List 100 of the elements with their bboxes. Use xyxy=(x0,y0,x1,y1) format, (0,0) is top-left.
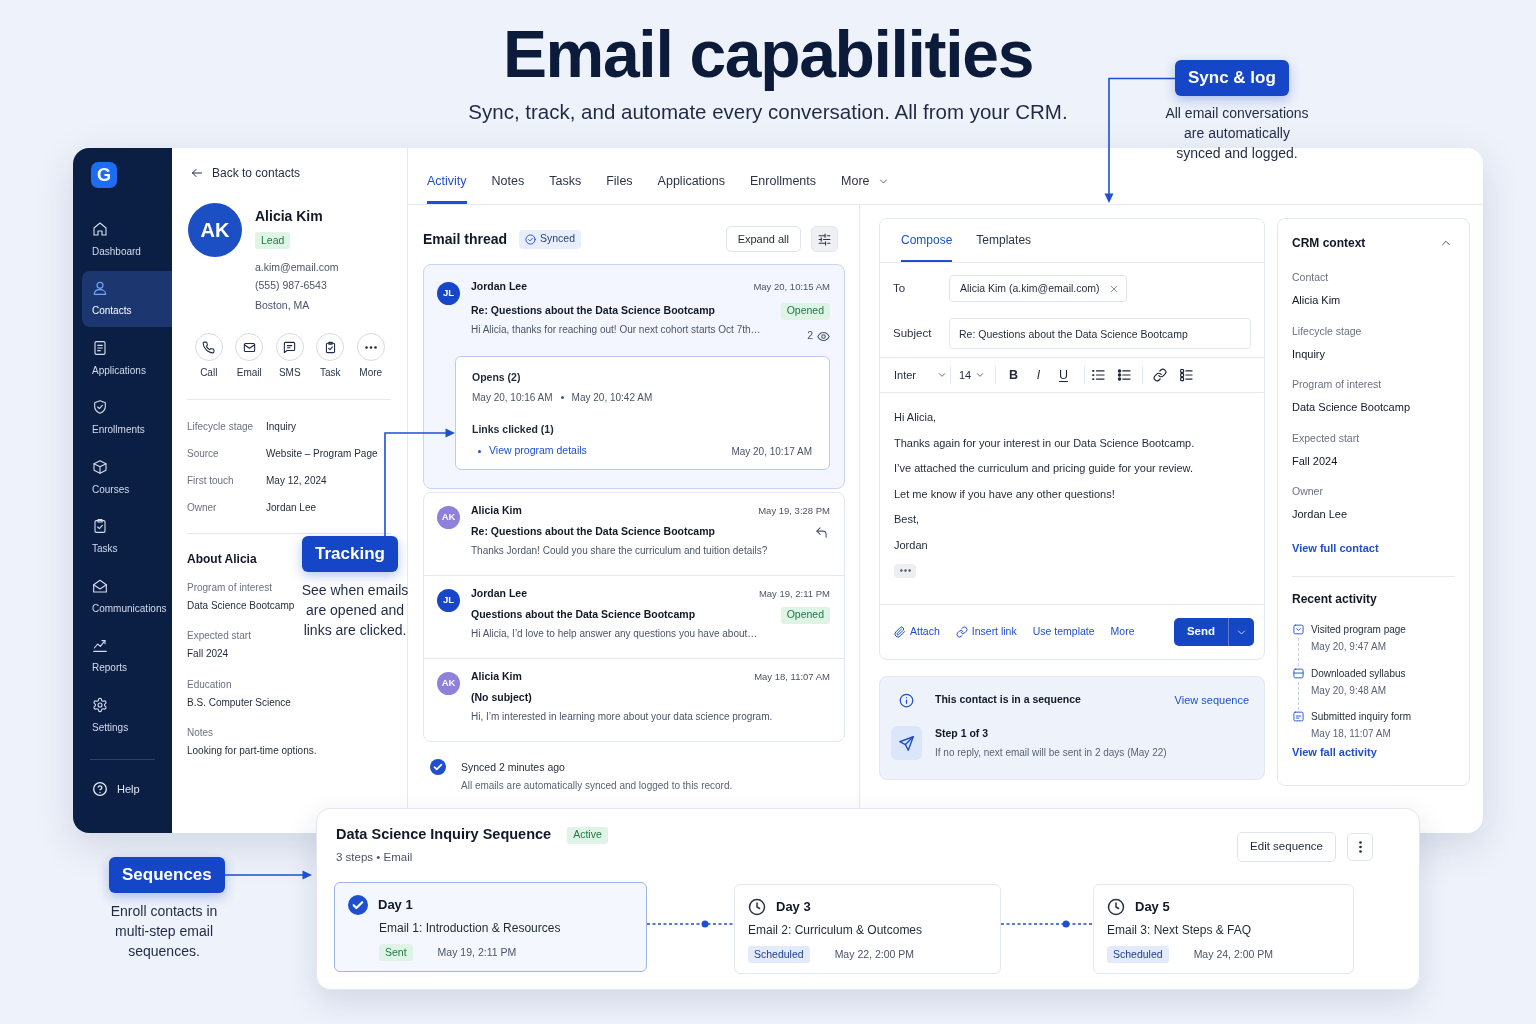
help-icon xyxy=(92,780,108,797)
more-options-button[interactable] xyxy=(1347,833,1373,861)
tab[interactable]: Files xyxy=(606,173,633,204)
bold-button[interactable]: B xyxy=(1001,365,1026,385)
avatar: JL xyxy=(437,588,460,612)
split-square-icon xyxy=(1292,667,1304,679)
field-label: Lifecycle stage xyxy=(187,419,255,434)
form-icon xyxy=(1292,711,1304,722)
status-badge: Scheduled xyxy=(748,946,810,963)
step-card[interactable]: Day 1 Email 1: Introduction & Resources Sent May 19, 2:11 PM xyxy=(334,882,647,972)
check-circle-icon xyxy=(525,233,537,245)
paper-plane-icon xyxy=(891,726,922,760)
step-card[interactable]: Day 5 Email 3: Next Steps & FAQ Scheduled May 24, 2:00 PM xyxy=(1093,884,1354,974)
italic-button[interactable]: I xyxy=(1026,365,1051,385)
field-value: Data Science Bootcamp xyxy=(187,598,295,613)
field-label: To xyxy=(893,280,907,296)
edit-sequence-button[interactable]: Edit sequence xyxy=(1237,832,1336,862)
sidebar-item[interactable]: Applications xyxy=(82,330,172,387)
avatar: JL xyxy=(437,281,460,305)
action-label: Task xyxy=(319,367,341,379)
tab[interactable]: Tasks xyxy=(549,173,582,204)
click-time: May 20, 10:17 AM xyxy=(731,444,812,459)
font-select[interactable]: Inter xyxy=(894,366,946,384)
step-date: May 19, 2:11 PM xyxy=(437,944,517,960)
help-button[interactable]: Help xyxy=(92,780,140,797)
field-value: Website – Program Page xyxy=(266,446,378,461)
sync-note: All emails are automatically synced and logged to this record. xyxy=(461,779,733,793)
sidebar-item[interactable]: Settings xyxy=(82,687,172,744)
send-button[interactable]: Send xyxy=(1173,618,1228,646)
view-contact-link[interactable]: View full contact xyxy=(1292,540,1379,556)
clipboard-check-icon xyxy=(92,518,108,534)
tab[interactable]: Activity xyxy=(427,173,467,204)
step-card[interactable]: Day 3 Email 2: Curriculum & Outcomes Scheduled May 22, 2:00 PM xyxy=(734,884,1001,974)
back-link[interactable]: Back to contacts xyxy=(191,165,301,181)
checklist-icon[interactable] xyxy=(1179,368,1194,382)
person-icon xyxy=(92,280,108,296)
tab[interactable]: Templates xyxy=(976,232,1032,262)
view-sequence-link[interactable]: View sequence xyxy=(1174,691,1249,709)
field-label: Owner xyxy=(1292,484,1323,498)
reply-icon[interactable] xyxy=(815,525,828,539)
tab[interactable]: Enrollments xyxy=(750,173,816,204)
sidebar-item[interactable]: Dashboard xyxy=(82,211,172,268)
size-select[interactable]: 14 xyxy=(959,366,989,384)
more-button[interactable]: More xyxy=(1110,624,1135,640)
list-icon[interactable] xyxy=(1091,368,1106,382)
email-subject: (No subject) xyxy=(471,690,532,706)
insert-link-button[interactable]: Insert link xyxy=(955,624,1017,640)
email-message[interactable]: AK Alicia Kim May 18, 11:07 AM (No subject) Hi, I’m interested in learning more about your data science program. xyxy=(424,659,844,741)
bullet-list-icon[interactable] xyxy=(1117,368,1132,382)
underline-button[interactable]: U xyxy=(1051,365,1076,385)
sidebar-item[interactable]: Communications xyxy=(82,568,172,625)
contact-name: Alicia Kim xyxy=(255,207,323,226)
avatar: AK xyxy=(437,505,460,529)
sidebar-item[interactable]: Enrollments xyxy=(82,390,172,446)
tab[interactable]: Compose xyxy=(901,232,953,262)
arrow-left-icon xyxy=(191,167,203,179)
subject-field[interactable]: Re: Questions about the Data Science Bootcamp xyxy=(949,318,1251,349)
view-activity-link[interactable]: View fall activity xyxy=(1292,743,1377,760)
tracking-heading: Opens (2) xyxy=(472,370,521,385)
sidebar-item[interactable]: Reports xyxy=(82,628,172,684)
tracked-link[interactable]: View program details xyxy=(489,443,587,459)
callout-badge: Sync & log xyxy=(1175,60,1289,96)
activity-time: May 20, 9:47 AM xyxy=(1311,640,1387,654)
recipient-chip[interactable]: Alicia Kim (a.kim@email.com) xyxy=(949,275,1127,302)
email-message[interactable]: AK Alicia Kim May 19, 3:28 PM Re: Questions about the Data Science Bootcamp Thanks Jordan! Could you share the curriculum and tuition details? xyxy=(424,493,844,576)
clipboard-check-icon xyxy=(323,340,337,354)
activity-label: Visited program page xyxy=(1311,623,1406,637)
tab[interactable]: More xyxy=(841,173,888,204)
use-template-button[interactable]: Use template xyxy=(1032,624,1095,640)
lifecycle-badge: Lead xyxy=(255,232,291,249)
field-label: Lifecycle stage xyxy=(1292,323,1362,338)
email-message[interactable]: JL Jordan Lee May 19, 2:11 PM Questions about the Data Science Bootcamp Opened Hi Alicia, I’d love to help answer any questions you have about… xyxy=(424,576,844,659)
tab[interactable]: Notes xyxy=(491,173,525,204)
avatar: AK xyxy=(188,203,242,257)
sidebar-item[interactable]: Courses xyxy=(82,449,172,506)
email-message[interactable] xyxy=(423,264,845,489)
link-icon[interactable] xyxy=(1153,368,1167,382)
close-icon[interactable] xyxy=(1109,284,1118,293)
chevron-up-icon[interactable] xyxy=(1441,238,1451,248)
sms-button[interactable] xyxy=(275,333,304,361)
clock-icon xyxy=(748,898,766,916)
envelope-icon xyxy=(242,340,256,354)
call-button[interactable] xyxy=(194,333,223,361)
show-more-button[interactable] xyxy=(894,563,916,578)
email-subject: Re: Questions about the Data Science Bootcamp xyxy=(471,303,715,319)
task-button[interactable] xyxy=(316,333,345,361)
tab[interactable]: Applications xyxy=(657,173,725,204)
expand-all-button[interactable]: Expand all xyxy=(725,226,801,252)
email-button[interactable] xyxy=(235,333,264,361)
panel-title: CRM context xyxy=(1292,235,1366,252)
filter-button[interactable] xyxy=(811,226,838,252)
sidebar-item[interactable]: Contacts xyxy=(82,271,172,327)
sidebar-item[interactable]: Tasks xyxy=(82,509,172,565)
email-preview: Hi, I’m interested in learning more about your data science program. xyxy=(471,710,773,724)
attach-button[interactable]: Attach xyxy=(894,624,940,640)
field-value: Looking for part-time options. xyxy=(187,744,317,759)
cube-icon xyxy=(92,458,108,475)
document-icon xyxy=(92,339,108,356)
notice-title: This contact is in a sequence xyxy=(935,692,1081,708)
status-badge: Sent xyxy=(379,944,413,961)
